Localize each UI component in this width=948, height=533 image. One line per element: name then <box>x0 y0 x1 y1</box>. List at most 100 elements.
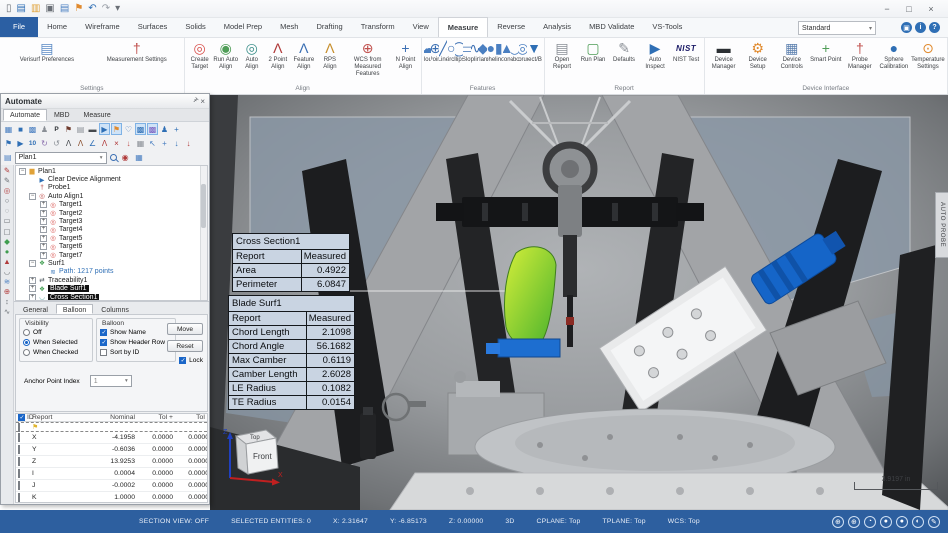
ribbon-button[interactable]: ◎ Torus <box>519 39 527 84</box>
help-icon[interactable]: ? <box>929 22 940 33</box>
select-icon[interactable]: ↖ <box>147 137 158 149</box>
tree-item[interactable]: + ⇄ Traceability1 <box>16 276 207 284</box>
close-icon[interactable]: × <box>200 97 205 106</box>
ribbon-tab[interactable]: Model Prep <box>215 17 271 37</box>
ribbon-button[interactable]: ▼ Inspect/Build <box>527 39 542 84</box>
ribbon-button[interactable]: Λ 2 Point Align <box>265 39 291 84</box>
close-button[interactable]: × <box>920 1 942 17</box>
ribbon-tab[interactable]: VS-Tools <box>643 17 691 37</box>
tree-item[interactable]: + ◎ Target6 <box>16 243 207 251</box>
tree-expander[interactable]: + <box>40 252 47 259</box>
report-table-row[interactable]: I 0.0004 0.0000 0.0000 <box>16 468 207 480</box>
radio-button[interactable] <box>23 329 30 336</box>
undo-icon[interactable]: ↶ <box>88 4 96 14</box>
tree-expander[interactable]: − <box>19 168 26 175</box>
ribbon-button[interactable]: ✎ Defaults <box>609 39 640 84</box>
properties-tab[interactable]: Columns <box>94 304 136 314</box>
hatch-view-icon[interactable]: ▩ <box>27 123 38 135</box>
tree-item[interactable]: + ◎ Target2 <box>16 209 207 217</box>
view-grid-icon[interactable]: ▦ <box>3 123 14 135</box>
ribbon-button[interactable]: † Probe Manager <box>843 39 877 84</box>
save-icon[interactable]: ▤ <box>17 4 26 14</box>
step-run-icon[interactable]: ▶ <box>15 137 26 149</box>
ribbon-button[interactable]: + Smart Point <box>809 39 843 84</box>
mesh-overlay-icon[interactable]: ▩ <box>135 123 146 135</box>
sphere-tool-icon[interactable]: ● <box>5 248 10 256</box>
balloon-flag-icon[interactable]: ⚑ <box>111 123 122 135</box>
ribbon-button[interactable]: ⊕ Point <box>431 39 439 84</box>
panel-tab[interactable]: Automate <box>3 109 47 121</box>
auto-probe-tab[interactable]: AUTO PROBE <box>935 192 948 258</box>
3d-viewport[interactable]: Cross Section1 Report Measured Area 0.49… <box>210 95 948 510</box>
ribbon-button[interactable]: ⊕ WCS from Measured Features <box>343 39 393 84</box>
tree-item[interactable]: + ◎ Target4 <box>16 226 207 234</box>
checkbox[interactable] <box>100 329 107 336</box>
ribbon-button[interactable]: ∿ Spline <box>471 39 479 84</box>
blade-surf-balloon[interactable]: Blade Surf1 Report Measured Chord Length… <box>228 295 355 410</box>
ribbon-tab[interactable]: Wireframe <box>76 17 129 37</box>
ribbon-button[interactable]: ⚙ Device Setup <box>741 39 775 84</box>
target-tool-icon[interactable]: ◎ <box>4 187 11 195</box>
tree-item[interactable]: † Probe1 <box>16 184 207 192</box>
refresh-icon[interactable]: ↻ <box>39 137 50 149</box>
ribbon-button[interactable]: † Measurement Settings <box>92 39 182 84</box>
cmm-home-icon[interactable]: Λ <box>75 137 86 149</box>
ribbon-button[interactable]: ● Sphere <box>487 39 495 84</box>
ribbon-tab[interactable]: Transform <box>352 17 404 37</box>
ribbon-tab[interactable]: Measure <box>438 17 488 37</box>
row-checkbox[interactable] <box>18 493 20 502</box>
tree-expander[interactable]: + <box>29 285 36 292</box>
tree-item[interactable]: + ◎ Target3 <box>16 217 207 225</box>
ribbon-button[interactable]: ▤ Verisurf Preferences <box>2 39 92 84</box>
tree-expander[interactable]: + <box>40 210 47 217</box>
tree-item[interactable]: ▶ Clear Device Alignment <box>16 175 207 183</box>
annotate-view-icon[interactable]: ✎ <box>928 516 940 528</box>
row-checkbox[interactable] <box>18 445 20 454</box>
ribbon-tab[interactable]: Mesh <box>271 17 307 37</box>
radio-button[interactable] <box>23 349 30 356</box>
rotate-view-icon[interactable]: ◔ <box>864 516 876 528</box>
ribbon-button[interactable]: ○ Circle <box>447 39 455 84</box>
ribbon-button[interactable]: ⊙ Temperature Settings <box>911 39 945 84</box>
checkbox-option[interactable]: Show Header Row <box>100 337 172 347</box>
toolbar-style-combo[interactable]: Standard ▾ <box>798 21 876 35</box>
properties-tab[interactable]: General <box>16 304 55 314</box>
minimize-button[interactable]: − <box>876 1 898 17</box>
maximize-button[interactable]: □ <box>898 1 920 17</box>
print-icon[interactable]: ▣ <box>45 4 54 14</box>
measure-tool-icon[interactable]: ↕ <box>5 298 9 306</box>
flag-icon[interactable]: ⚑ <box>74 4 83 14</box>
goto-flag-icon[interactable]: ⚑ <box>3 137 14 149</box>
touch-point-red-icon[interactable]: ↓ <box>183 137 194 149</box>
ribbon-button[interactable]: ● Sphere Calibration <box>877 39 911 84</box>
tree-scrollbar[interactable] <box>200 166 207 300</box>
cross-section-balloon[interactable]: Cross Section1 Report Measured Area 0.49… <box>232 233 350 292</box>
search-icon[interactable] <box>110 154 117 161</box>
probe-drop-icon[interactable]: ↓ <box>123 137 134 149</box>
ribbon-button[interactable]: ◎ Auto Align <box>239 39 265 84</box>
device-bar-icon[interactable]: ▬ <box>87 123 98 135</box>
panel-button[interactable]: Reset <box>167 340 203 352</box>
arc-tool-icon[interactable]: ◌ <box>5 207 9 215</box>
run-plan-icon[interactable]: ▶ <box>99 123 110 135</box>
open-icon[interactable]: ▥ <box>31 4 40 14</box>
operator-blue-icon[interactable]: ♟ <box>159 123 170 135</box>
panel-button[interactable]: Move <box>167 323 203 335</box>
report-table-row[interactable]: X -4.1958 0.0000 0.0000 <box>16 432 207 444</box>
report-table-row[interactable]: K 1.0000 0.0000 0.0000 <box>16 492 207 503</box>
surface-tool-icon[interactable]: ≋ <box>4 278 10 286</box>
tree-expander[interactable]: − <box>29 260 36 267</box>
anchor-point-combo[interactable]: 1 ▾ <box>90 375 132 387</box>
run-ten-icon[interactable]: 10 <box>27 137 38 149</box>
lock-option[interactable]: Lock <box>179 357 203 364</box>
touch-point-icon[interactable]: ↓ <box>171 137 182 149</box>
revert-icon[interactable]: ↺ <box>51 137 62 149</box>
report-table-row[interactable]: Y -0.6036 0.0000 0.0000 <box>16 444 207 456</box>
ribbon-button[interactable]: ◎ Create Target <box>187 39 213 84</box>
solid-view-icon[interactable]: ■ <box>15 123 26 135</box>
report-table-row[interactable]: Z 13.9253 0.0000 0.0000 <box>16 456 207 468</box>
cone-tool-icon[interactable]: ▲ <box>3 258 10 266</box>
tree-item[interactable]: ≋ Path: 1217 points <box>16 268 207 276</box>
row-checkbox[interactable] <box>18 457 20 466</box>
cmm-move-icon[interactable]: Λ <box>63 137 74 149</box>
